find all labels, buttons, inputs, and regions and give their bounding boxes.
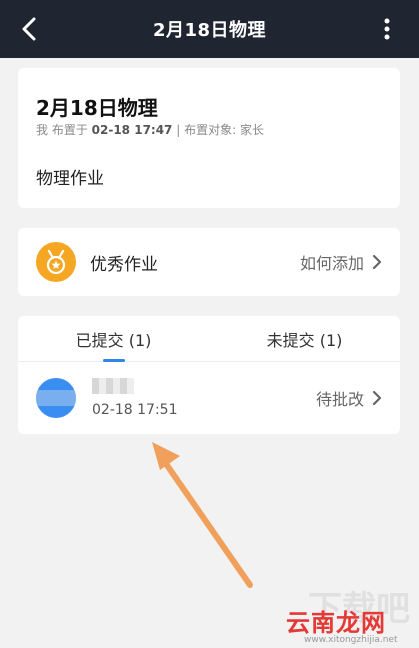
medal-icon <box>36 242 76 282</box>
submission-tabs: 已提交 (1) 未提交 (1) <box>18 316 400 362</box>
assignment-title: 2月18日物理 <box>36 96 158 120</box>
top-bar: 2月18日物理 <box>0 0 419 58</box>
how-to-add-link[interactable]: 如何添加 <box>300 250 382 274</box>
tab-submitted-label: 已提交 (1) <box>75 330 152 350</box>
submission-status[interactable]: 待批改 <box>316 386 382 410</box>
watermark-main-text: 云南龙网 <box>286 609 386 637</box>
avatar-blur <box>36 390 76 406</box>
tab-submitted[interactable]: 已提交 (1) <box>18 316 209 362</box>
excellent-work-row[interactable]: 优秀作业 如何添加 <box>18 228 400 296</box>
page-title: 2月18日物理 <box>152 20 267 41</box>
submission-row[interactable]: 02-18 17:51 待批改 <box>18 362 400 434</box>
tab-not-submitted[interactable]: 未提交 (1) <box>209 316 400 361</box>
back-button[interactable] <box>14 14 44 44</box>
assignment-card: 2月18日物理 我 布置于 02-18 17:47 | 布置对象: 家长 物理作… <box>18 68 400 208</box>
meta-suffix: | 布置对象: 家长 <box>176 123 264 137</box>
submission-time: 02-18 17:51 <box>92 402 178 418</box>
more-vertical-icon <box>384 18 390 40</box>
meta-prefix: 我 布置于 <box>36 123 88 137</box>
annotation-arrow-icon <box>152 442 253 588</box>
more-menu-button[interactable] <box>375 14 399 44</box>
excellent-work-label: 优秀作业 <box>90 255 158 275</box>
submission-card: 已提交 (1) 未提交 (1) 02-18 17:51 待批改 <box>18 316 400 434</box>
tab-not-submitted-label: 未提交 (1) <box>266 330 343 350</box>
watermark: 下载吧 云南龙网 www.xitongzhijia.net <box>278 575 418 645</box>
student-name-blurred <box>92 378 134 394</box>
watermark-sub-text: www.xitongzhijia.net <box>304 635 398 645</box>
chevron-right-icon <box>372 390 382 406</box>
avatar <box>36 378 76 418</box>
how-to-add-label: 如何添加 <box>299 254 364 273</box>
chevron-right-icon <box>372 254 382 270</box>
chevron-left-icon <box>22 17 36 41</box>
assignment-meta: 我 布置于 02-18 17:47 | 布置对象: 家长 <box>36 121 264 138</box>
meta-time: 02-18 17:47 <box>91 123 173 137</box>
status-label: 待批改 <box>315 390 364 409</box>
assignment-content: 物理作业 <box>36 169 104 189</box>
